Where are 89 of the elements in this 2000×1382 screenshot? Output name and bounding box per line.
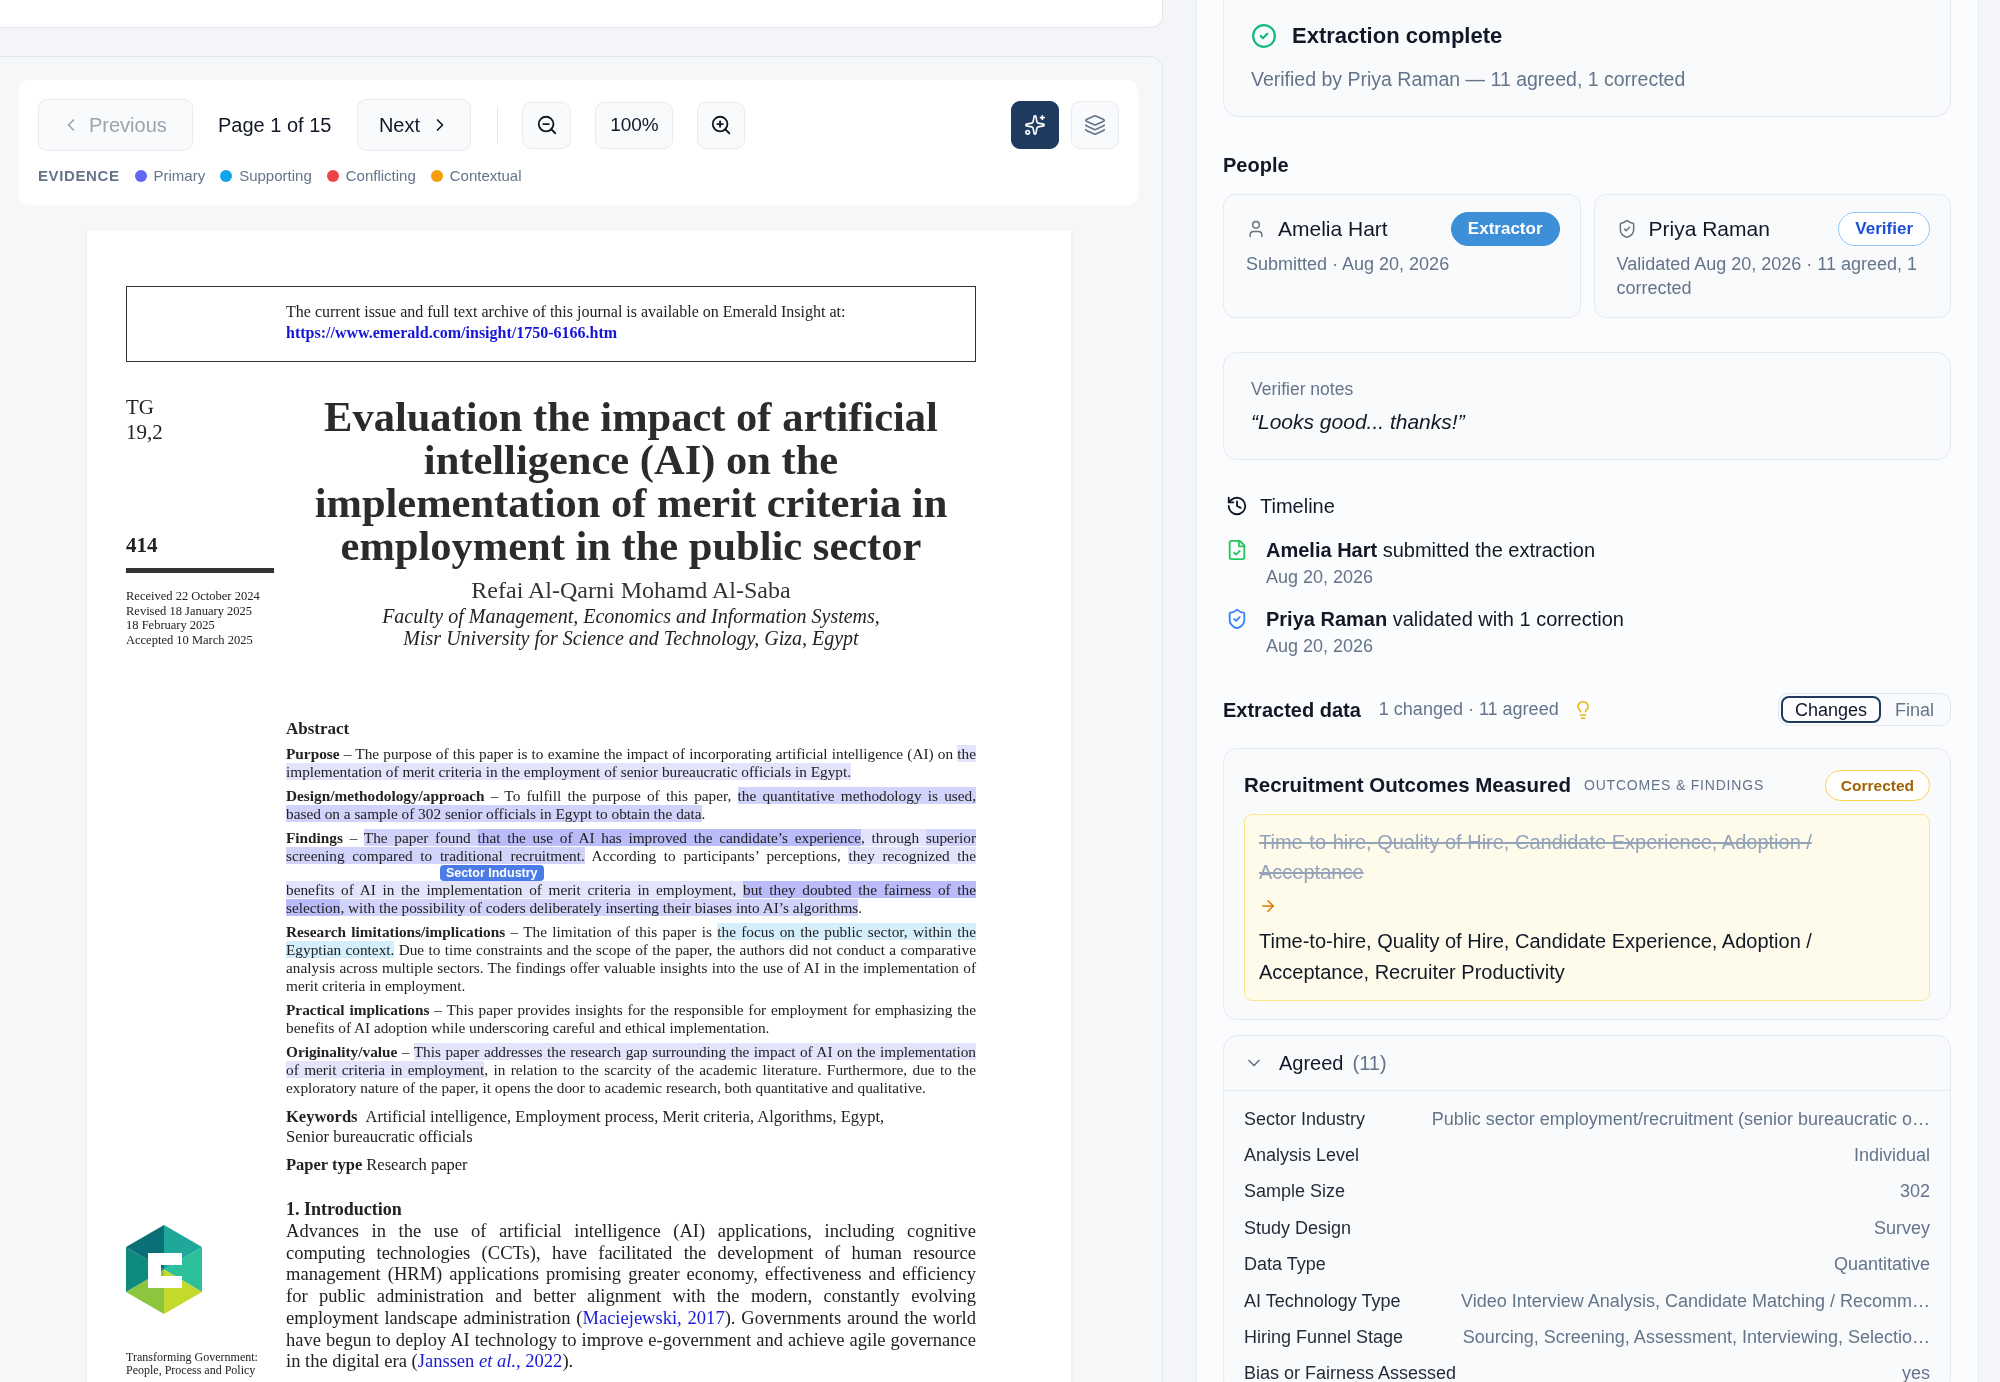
journal-volume: 19,2: [126, 420, 163, 445]
zoom-in-icon: [710, 114, 733, 136]
shield-check-icon: [1226, 608, 1248, 630]
abstract-paragraph: Design/methodology/approach – To fulfill the purpose of this paper, the quantitative methodology is used, based on a sample of 302 senior officials in Egypt to obtain the data.: [286, 787, 976, 823]
legend-title: EVIDENCE: [38, 165, 120, 186]
field-value: Sourcing, Screening, Assessment, Interviewing, Selectio…: [1462, 1326, 1930, 1350]
timeline-event: Amelia Hart submitted the extraction: [1266, 538, 1596, 563]
history-date: Accepted 10 March 2025: [126, 632, 253, 648]
person-name: Priya Raman: [1648, 216, 1770, 243]
check-circle-icon: [1251, 23, 1277, 49]
history-icon: [1226, 495, 1248, 517]
notice-text: The current issue and full text archive of this journal is available on Emerald Insight at:: [286, 302, 846, 322]
field-value: Public sector employment/recruitment (senior bureaucratic o…: [1431, 1107, 1930, 1131]
agreed-toggle[interactable]: Agreed (11): [1224, 1036, 1950, 1091]
timeline-date: Aug 20, 2026: [1266, 635, 1374, 658]
field-label: Sector Industry: [1244, 1107, 1366, 1131]
field-value: Quantitative: [1833, 1253, 1930, 1277]
section-summary: 1 changed · 11 agreed: [1378, 698, 1559, 721]
body-paragraph: Advances in the use of artificial intelligence (AI) applications, including cognitive computing technologies (CCTs), have facilitated the development of human resource management (HRM) applications promising greater economy, effectiveness and efficiency for public administration and better alignment with the modern, constantly evolving employment landscape administration (Maciejewski, 2017). Governments around the world have begun to deploy AI technology to improve e-government and achieve agile governance in the digital era (Janssen et al., 2022).: [286, 1220, 976, 1372]
field-value: 302: [1899, 1180, 1930, 1204]
legend-label: Contextual: [449, 165, 522, 186]
field-label: AI Technology Type: [1244, 1289, 1401, 1313]
next-button[interactable]: Next: [357, 99, 472, 151]
citation-link[interactable]: Janssen et al., 2022: [417, 1350, 563, 1372]
view-tab[interactable]: Final: [1881, 696, 1948, 723]
page-indicator: Page 1 of 15: [218, 113, 332, 138]
layers-button[interactable]: [1071, 101, 1119, 149]
zoom-out-icon: [535, 114, 558, 136]
paper-type-paragraph: Paper type Research paper: [286, 1155, 468, 1175]
keywords-paragraph: Keywords Artificial intelligence, Employment process, Merit criteria, Algorithms, Egypt, Senior bureaucratic officials: [286, 1107, 886, 1147]
field-value: Individual: [1853, 1144, 1930, 1168]
abstract-paragraph: Originality/value – This paper addresses the research gap surrounding the impact of AI on the implementation of merit criteria in employment, in relation to the scarcity of the academic literature. Furthermore, due to the exploratory nature of the paper, it opens the door to academic research, both quantitative and qualitative.: [286, 1043, 976, 1097]
sparkles-icon: [1024, 114, 1046, 136]
abstract-paragraph: Purpose – The purpose of this paper is to examine the impact of incorporating artificial intelligence (AI) on the implementation of merit criteria in the employment of senior bureaucratic officials in Egypt.: [286, 745, 976, 781]
field-label: Bias or Fairness Assessed: [1244, 1362, 1457, 1382]
person-detail: Submitted · Aug 20, 2026: [1246, 253, 1451, 276]
section-title: Extracted data: [1223, 697, 1361, 723]
legend-label: Conflicting: [345, 165, 416, 186]
person-name: Amelia Hart: [1278, 216, 1388, 243]
people-heading: People: [1223, 153, 1289, 178]
field-name: Recruitment Outcomes Measured: [1244, 772, 1571, 799]
zoom-in-button[interactable]: [697, 101, 746, 149]
role-badge: Extractor: [1450, 212, 1560, 246]
tag-label: Sector Industry: [439, 865, 544, 881]
journal-volume: TG: [126, 395, 154, 420]
zoom-level-button[interactable]: 100%: [595, 101, 674, 149]
field-value: Survey: [1873, 1216, 1930, 1240]
legend-label: Primary: [153, 165, 206, 186]
field-label: Sample Size: [1244, 1180, 1346, 1204]
person-detail: Validated Aug 20, 2026 · 11 agreed, 1 corrected: [1616, 253, 1919, 300]
view-tab[interactable]: Changes: [1780, 696, 1881, 723]
history-date: Received 22 October 2024: [126, 589, 260, 604]
notes-label: Verifier notes: [1251, 378, 1354, 401]
role-badge: Verifier: [1838, 212, 1930, 246]
new-value: Time-to-hire, Quality of Hire, Candidate Experience, Adoption / Acceptance, Recruiter Productivity: [1259, 929, 1813, 985]
status-badge: Corrected: [1824, 770, 1930, 801]
abstract-paragraph: Practical implications – This paper provides insights for the responsible for employment for emphasizing the benefits of AI adoption while underscoring careful and ethical implementation.: [286, 1001, 976, 1037]
field-category: OUTCOMES & FINDINGS: [1583, 776, 1765, 795]
zoom-out-button[interactable]: [522, 101, 572, 149]
field-value: Video Interview Analysis, Candidate Matching / Recomm…: [1461, 1289, 1930, 1313]
status-title: Extraction complete: [1292, 22, 1503, 50]
article-affiliation: Faculty of Management, Economics and Information Systems, Misr University for Science and Technology, Giza, Egypt: [381, 605, 881, 649]
status-subtitle: Verified by Priya Raman — 11 agreed, 1 corrected: [1251, 67, 1686, 92]
history-date: 18 February 2025: [126, 618, 215, 633]
section-heading: 1. Introduction: [286, 1198, 402, 1220]
page-number: 414: [126, 533, 158, 558]
sparkles-button[interactable]: [1011, 101, 1059, 149]
timeline-event: Priya Raman validated with 1 correction: [1266, 607, 1624, 632]
old-value: Time-to-hire, Quality of Hire, Candidate Experience, Adoption / Acceptance: [1259, 830, 1813, 885]
field-label: Analysis Level: [1244, 1144, 1360, 1168]
article-authors: Refai Al-Qarni Mohamd Al-Saba: [471, 577, 791, 603]
citation-link[interactable]: Maciejewski, 2017: [582, 1306, 725, 1328]
field-label: Data Type: [1244, 1253, 1326, 1277]
timeline-date: Aug 20, 2026: [1266, 566, 1374, 589]
notes-text: “Looks good... thanks!”: [1251, 409, 1465, 435]
timeline-heading: Timeline: [1260, 494, 1335, 519]
person-icon: [1246, 219, 1266, 239]
file-check-icon: [1226, 539, 1248, 561]
article-title: Evaluation the impact of artificial intelligence (AI) on the implementation of merit criteria in employment in the public sector: [313, 395, 949, 567]
layers-icon: [1084, 114, 1106, 136]
abstract-paragraph: Research limitations/implications – The limitation of this paper is the focus on the public sector, within the Egyptian context. Due to time constraints and the scope of the paper, the authors did not conduct a comparative analysis across multiple sectors. The findings offer valuable insights into the use of AI in the implementation of merit criteria in employment.: [286, 923, 976, 995]
legend-label: Supporting: [239, 165, 312, 186]
arrow-right-icon: [1259, 897, 1277, 915]
field-label: Hiring Funnel Stage: [1244, 1326, 1404, 1350]
history-date: Revised 18 January 2025: [126, 603, 253, 619]
field-label: Study Design: [1244, 1216, 1352, 1240]
journal-name: Transforming Government: People, Process and Policy: [126, 1351, 259, 1378]
journal-link[interactable]: https://www.emerald.com/insight/1750-6166.htm: [286, 322, 618, 343]
abstract-heading: Abstract: [286, 719, 350, 739]
